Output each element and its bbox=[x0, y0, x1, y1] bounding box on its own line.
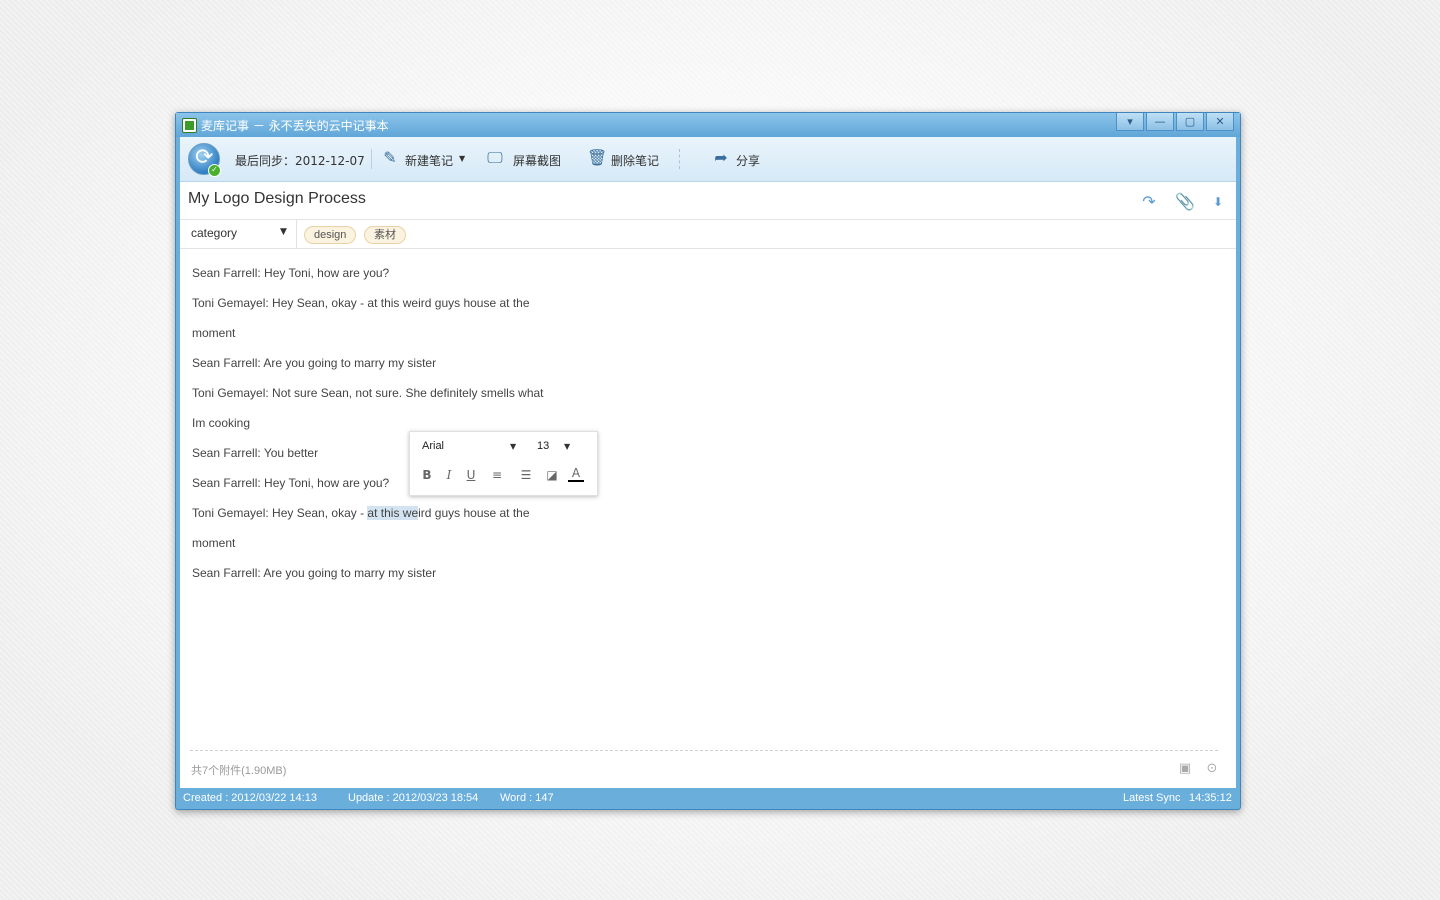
check-icon: ✓ bbox=[208, 164, 221, 177]
align-center-icon[interactable]: ≡ bbox=[489, 467, 505, 483]
text-after-selection: ird guys house at the bbox=[418, 506, 530, 520]
monitor-icon: 🖵 bbox=[487, 148, 503, 167]
text-line: Sean Farrell: Are you going to marry my … bbox=[192, 356, 437, 370]
close-button[interactable]: ✕ bbox=[1206, 113, 1234, 131]
text-line: Toni Gemayel: Hey Sean, okay - at this w… bbox=[192, 296, 530, 310]
save-attachment-icon[interactable]: ▣ bbox=[1177, 761, 1193, 777]
tag-material[interactable]: 素材 bbox=[364, 226, 406, 244]
attachment-summary[interactable]: 共7个附件(1.90MB) bbox=[191, 762, 286, 778]
minimize-button[interactable]: — bbox=[1146, 113, 1174, 131]
app-window: 麦库记事 － 永不丢失的云中记事本 ▾ — ▢ ✕ ✓ 最后同步：2012-12… bbox=[175, 112, 1241, 810]
chevron-down-icon[interactable]: ▼ bbox=[564, 442, 570, 451]
screenshot-button[interactable]: 屏幕截图 bbox=[513, 152, 561, 169]
text-line: Sean Farrell: Are you going to marry my … bbox=[192, 566, 437, 580]
category-select[interactable]: category ▼ bbox=[180, 220, 297, 248]
share-arrow-icon: ➦ bbox=[714, 148, 728, 167]
main-toolbar: ✓ 最后同步：2012-12-07 ✎ 新建笔记 ▼ 🖵 屏幕截图 🗑 删除笔记… bbox=[180, 137, 1236, 182]
app-logo-icon bbox=[182, 118, 197, 133]
maximize-button[interactable]: ▢ bbox=[1176, 113, 1204, 131]
highlight-icon[interactable]: ◪ bbox=[544, 467, 560, 483]
expand-circle-icon[interactable]: ⬇ bbox=[1208, 192, 1228, 212]
category-label: category bbox=[191, 226, 238, 240]
attachment-divider bbox=[190, 750, 1218, 751]
underline-button[interactable]: U bbox=[463, 467, 479, 483]
last-sync-label: 最后同步：2012-12-07 bbox=[235, 154, 365, 168]
text-line: moment bbox=[192, 536, 236, 550]
chevron-down-icon[interactable]: ▼ bbox=[510, 442, 516, 451]
toolbar-divider bbox=[679, 149, 681, 169]
text-line-selected: Toni Gemayel: Hey Sean, okay - at this w… bbox=[192, 502, 892, 532]
status-bar: Created : 2012/03/22 14:13 Update : 2012… bbox=[176, 789, 1240, 809]
delete-note-button[interactable]: 删除笔记 bbox=[611, 152, 659, 169]
latest-sync-time: 14:35:12 bbox=[1189, 792, 1232, 804]
note-title[interactable]: My Logo Design Process bbox=[188, 190, 366, 208]
share-button[interactable]: 分享 bbox=[736, 152, 760, 169]
font-size-select[interactable]: 13 bbox=[537, 440, 549, 452]
chevron-down-icon[interactable]: ▼ bbox=[459, 154, 465, 163]
forward-icon[interactable]: ↷ bbox=[1136, 192, 1162, 212]
bold-button[interactable]: B bbox=[419, 467, 435, 483]
text-before-selection: Toni Gemayel: Hey Sean, okay - bbox=[192, 506, 368, 520]
font-select[interactable]: Arial bbox=[422, 440, 444, 452]
font-color-icon[interactable]: A bbox=[568, 467, 584, 482]
trash-icon: 🗑 bbox=[587, 148, 608, 167]
collapse-circle-icon[interactable]: ⊙ bbox=[1204, 761, 1220, 777]
window-title: 麦库记事 － 永不丢失的云中记事本 bbox=[201, 119, 389, 133]
chevron-down-icon: ▼ bbox=[280, 227, 287, 237]
updated-date: Update : 2012/03/23 18:54 bbox=[348, 792, 479, 804]
title-bar: 麦库记事 － 永不丢失的云中记事本 ▾ — ▢ ✕ bbox=[176, 113, 1240, 137]
format-popup: Arial ▼ 13 ▼ B I U ≡ ☰ ◪ A bbox=[409, 431, 598, 496]
text-line: Toni Gemayel: Not sure Sean, not sure. S… bbox=[192, 386, 544, 400]
note-body[interactable]: Sean Farrell: Hey Toni, how are you? Ton… bbox=[192, 262, 892, 592]
word-count: Word : 147 bbox=[500, 792, 554, 804]
edit-icon: ✎ bbox=[383, 148, 397, 167]
text-selection[interactable]: at this we bbox=[367, 506, 419, 520]
tag-design[interactable]: design bbox=[304, 226, 357, 244]
text-line: moment bbox=[192, 326, 236, 340]
new-note-button[interactable]: 新建笔记 bbox=[405, 152, 453, 169]
note-editor: My Logo Design Process ↷ 📎 ⬇ category ▼ … bbox=[180, 182, 1236, 788]
menu-dropdown-button[interactable]: ▾ bbox=[1116, 113, 1144, 131]
toolbar-divider bbox=[371, 149, 372, 169]
text-line: Sean Farrell: Hey Toni, how are you? bbox=[192, 266, 390, 280]
created-date: Created : 2012/03/22 14:13 bbox=[183, 792, 317, 804]
list-icon[interactable]: ☰ bbox=[518, 467, 534, 483]
attach-icon[interactable]: 📎 bbox=[1175, 192, 1195, 212]
italic-button[interactable]: I bbox=[441, 467, 457, 483]
divider bbox=[180, 219, 1236, 220]
divider bbox=[180, 248, 1236, 249]
latest-sync-label: Latest Sync bbox=[1123, 792, 1181, 804]
